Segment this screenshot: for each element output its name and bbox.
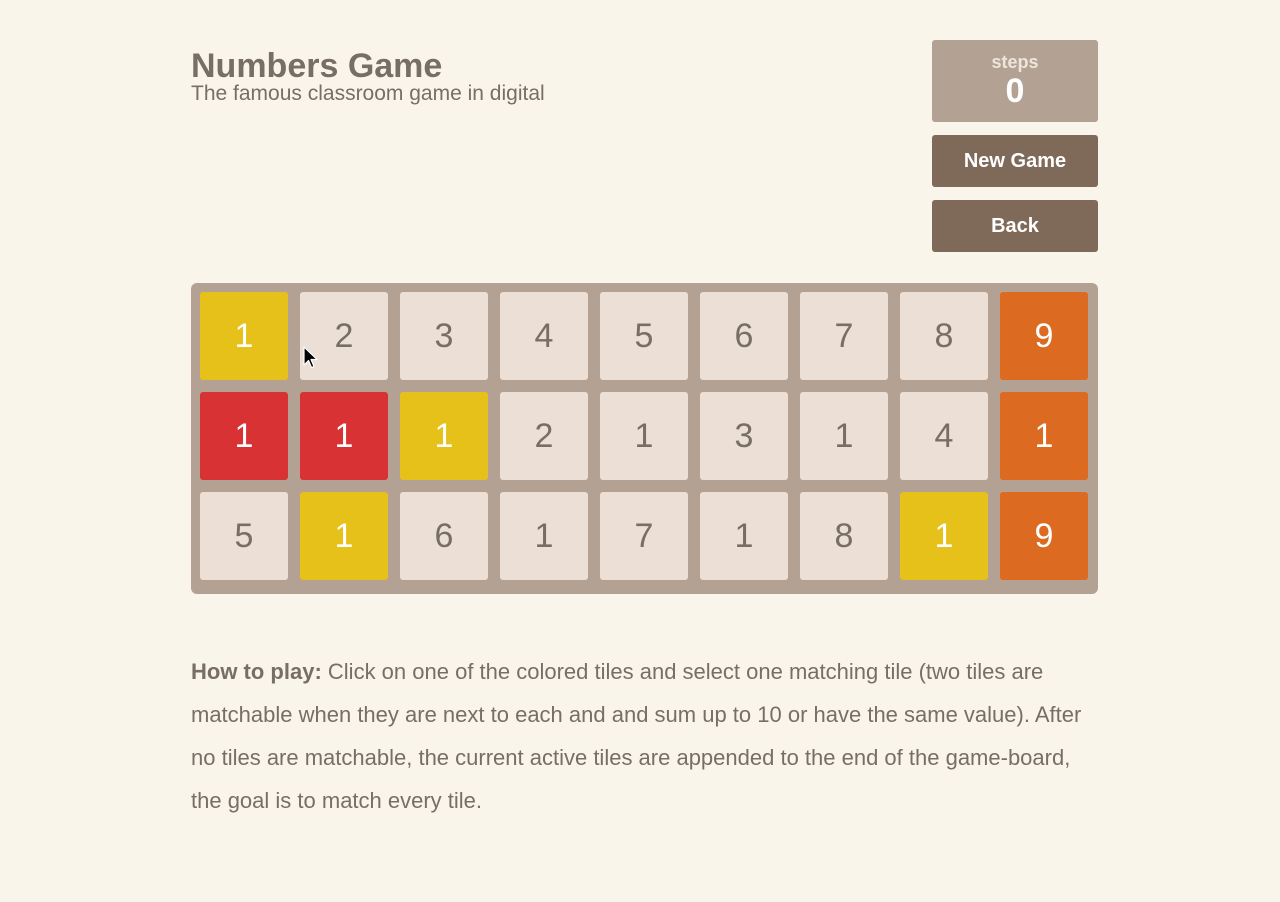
tile[interactable]: 6 <box>700 292 788 380</box>
tile[interactable]: 6 <box>400 492 488 580</box>
tile[interactable]: 1 <box>900 492 988 580</box>
tile[interactable]: 4 <box>900 392 988 480</box>
tile[interactable]: 2 <box>500 392 588 480</box>
instructions-text: Click on one of the colored tiles and se… <box>191 659 1082 813</box>
tile[interactable]: 1 <box>1000 392 1088 480</box>
tile[interactable]: 4 <box>500 292 588 380</box>
new-game-button[interactable]: New Game <box>932 135 1098 187</box>
tile[interactable]: 1 <box>200 292 288 380</box>
steps-label: steps <box>991 52 1039 72</box>
game-board: 123456789111213141516171819 <box>191 283 1098 594</box>
tile[interactable]: 3 <box>700 392 788 480</box>
tile[interactable]: 1 <box>300 492 388 580</box>
tile[interactable]: 9 <box>1000 492 1088 580</box>
tile[interactable]: 9 <box>1000 292 1088 380</box>
tile[interactable]: 3 <box>400 292 488 380</box>
steps-value: 0 <box>1005 72 1025 110</box>
instructions: How to play: Click on one of the colored… <box>191 650 1091 822</box>
steps-counter: steps 0 <box>932 40 1098 122</box>
instructions-heading: How to play: <box>191 659 322 684</box>
mouse-cursor-icon <box>303 346 318 369</box>
tile[interactable]: 1 <box>700 492 788 580</box>
page-subtitle: The famous classroom game in digital <box>191 82 545 105</box>
tile[interactable]: 8 <box>900 292 988 380</box>
tile[interactable]: 1 <box>400 392 488 480</box>
tile[interactable]: 1 <box>600 392 688 480</box>
tile[interactable]: 5 <box>200 492 288 580</box>
back-button[interactable]: Back <box>932 200 1098 252</box>
tile[interactable]: 7 <box>600 492 688 580</box>
tile[interactable]: 8 <box>800 492 888 580</box>
header: Numbers Game The famous classroom game i… <box>191 44 545 106</box>
tile[interactable]: 7 <box>800 292 888 380</box>
tile[interactable]: 1 <box>800 392 888 480</box>
tile[interactable]: 1 <box>300 392 388 480</box>
tile[interactable]: 5 <box>600 292 688 380</box>
tile[interactable]: 1 <box>200 392 288 480</box>
tile[interactable]: 1 <box>500 492 588 580</box>
